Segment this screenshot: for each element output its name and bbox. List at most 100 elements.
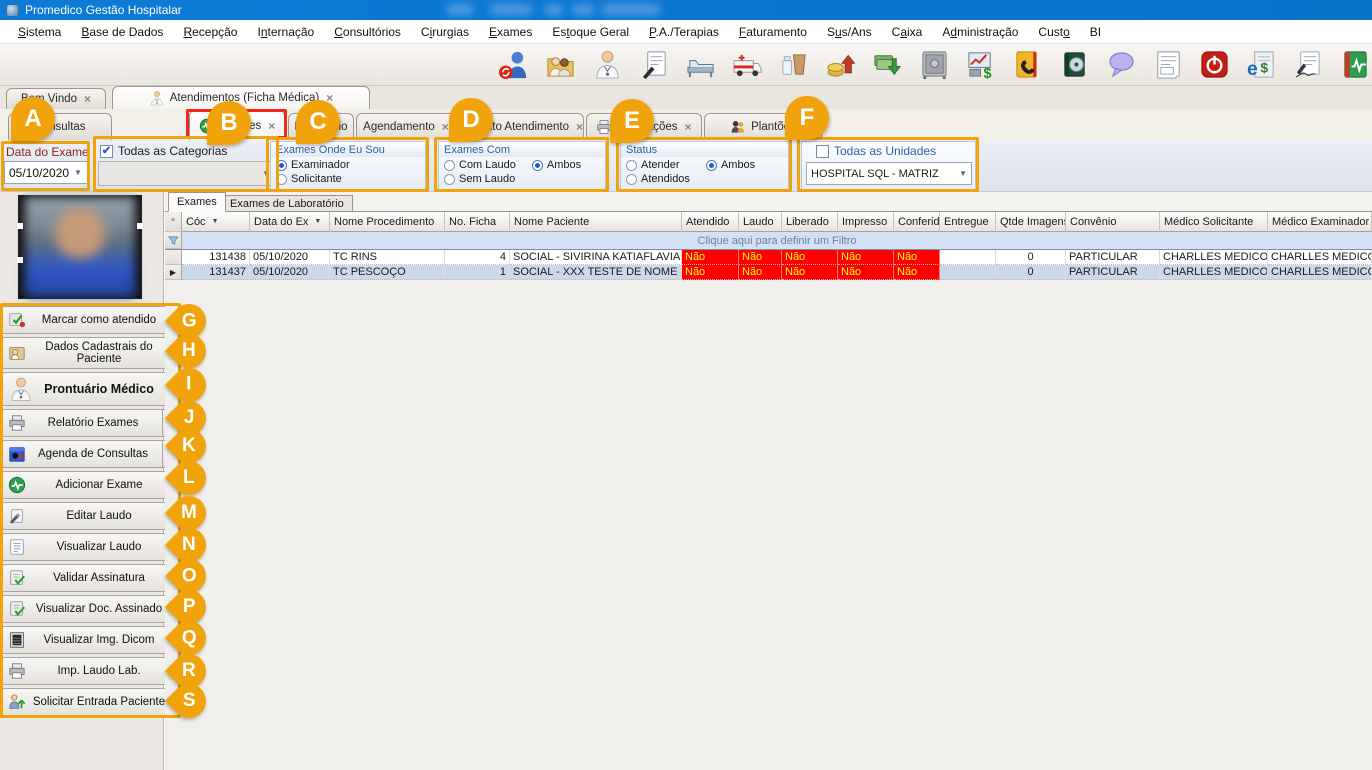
marker-letter: H — [182, 340, 196, 362]
table-row[interactable]: 13143805/10/2020TC RINS4SOCIAL - SIVIRIN… — [165, 250, 1372, 265]
column-header-no-ficha[interactable]: No. Ficha — [445, 212, 510, 232]
contract-button[interactable] — [637, 48, 671, 82]
column-header-label: Conferido — [898, 216, 940, 228]
grid-tab-exames[interactable]: Exames — [168, 192, 226, 212]
menu-item-consultorios[interactable]: Consultórios — [324, 22, 411, 42]
pharmacy-button[interactable] — [777, 48, 811, 82]
ambulance-button[interactable] — [731, 48, 765, 82]
menu-item-bi[interactable]: BI — [1080, 22, 1111, 42]
menu-item-custo[interactable]: Custo — [1028, 22, 1079, 42]
column-header-laudo[interactable]: Laudo — [739, 212, 782, 232]
column-header-atendido[interactable]: Atendido — [682, 212, 739, 232]
safe-button[interactable] — [918, 48, 952, 82]
menu-item-administracao[interactable]: Administração — [932, 22, 1028, 42]
menu-item-caixa[interactable]: Caixa — [882, 22, 933, 42]
chat-icon — [1106, 49, 1137, 80]
menu-item-p-a-terapias[interactable]: P.A./Terapias — [639, 22, 729, 42]
svg-text:$: $ — [1261, 60, 1269, 75]
ecg-book-button[interactable] — [1338, 48, 1372, 82]
grid-tab-exames-de-laboratorio[interactable]: Exames de Laboratório — [221, 195, 353, 212]
finance-chart-button[interactable]: $ — [964, 48, 998, 82]
cell-liberado: Não — [782, 250, 838, 265]
cell-entregue — [940, 265, 996, 280]
marker-letter: D — [462, 106, 479, 134]
column-header-data-do-ex[interactable]: Data do Ex ▼ — [250, 212, 330, 232]
sync-patient-button[interactable] — [497, 48, 531, 82]
power-icon — [1199, 49, 1230, 80]
menu-item-recepcao[interactable]: Recepção — [173, 22, 247, 42]
marker-letter: E — [624, 107, 640, 135]
column-header-label: Convênio — [1070, 216, 1116, 228]
menu-item-estoque-geral[interactable]: Estoque Geral — [542, 22, 639, 42]
filter-row-hint[interactable]: Clique aqui para definir um Filtro — [182, 232, 1372, 249]
menu-item-faturamento[interactable]: Faturamento — [729, 22, 817, 42]
tab-close-icon[interactable]: × — [84, 92, 91, 106]
table-row[interactable]: ▶13143705/10/2020TC PESCOÇO1SOCIAL - XXX… — [165, 265, 1372, 280]
marker-letter: N — [182, 534, 196, 556]
menu-item-cirurgias[interactable]: Cirurgias — [411, 22, 479, 42]
invoice-icon — [1153, 49, 1184, 80]
menu-item-base-de-dados[interactable]: Base de Dados — [71, 22, 173, 42]
invoice-button[interactable] — [1151, 48, 1185, 82]
money-up-button[interactable] — [824, 48, 858, 82]
tab-agendamento[interactable]: Agendamento× — [356, 113, 456, 140]
chat-button[interactable] — [1105, 48, 1139, 82]
marker-letter: L — [183, 467, 195, 489]
people-icon — [730, 119, 746, 135]
phone-book-icon — [1012, 49, 1043, 80]
cell-entregue — [940, 250, 996, 265]
column-header-impresso[interactable]: Impresso — [838, 212, 894, 232]
tab-close-icon[interactable]: × — [576, 120, 583, 134]
grid-body: 13143805/10/2020TC RINS4SOCIAL - SIVIRIN… — [165, 250, 1372, 280]
cell-laudo: Não — [739, 265, 782, 280]
doctor-button[interactable] — [590, 48, 624, 82]
tab-close-icon[interactable]: × — [685, 120, 692, 134]
column-header-medico-examinador[interactable]: Médico Examinador — [1268, 212, 1372, 232]
column-header-nome-paciente[interactable]: Nome Paciente — [510, 212, 682, 232]
patients-folder-button[interactable] — [544, 48, 578, 82]
e-invoice-button[interactable]: $e — [1245, 48, 1279, 82]
column-header-medico-solicitante[interactable]: Médico Solicitante — [1160, 212, 1268, 232]
menu-item-internacao[interactable]: Internação — [247, 22, 324, 42]
phone-book-button[interactable] — [1011, 48, 1045, 82]
book-cd-button[interactable] — [1058, 48, 1092, 82]
column-header-convenio[interactable]: Convênio — [1066, 212, 1160, 232]
power-button[interactable] — [1198, 48, 1232, 82]
column-header-liberado[interactable]: Liberado — [782, 212, 838, 232]
marker-letter: B — [220, 109, 237, 137]
grid-tab-strip: ExamesExames de Laboratório — [165, 192, 1372, 212]
money-down-button[interactable] — [871, 48, 905, 82]
column-header-label: Nome Paciente — [514, 216, 589, 228]
menu-item-exames[interactable]: Exames — [479, 22, 542, 42]
menu-item-sistema[interactable]: Sistema — [8, 22, 71, 42]
cell-medico-examinador: CHARLLES MEDICO — [1268, 250, 1372, 265]
cell-nome-procedimento: TC RINS — [330, 250, 445, 265]
column-header-conferido[interactable]: Conferido — [894, 212, 940, 232]
cell-laudo: Não — [739, 250, 782, 265]
sort-arrow-icon[interactable]: ▼ — [212, 218, 219, 225]
menu-item-sus-ans[interactable]: Sus/Ans — [817, 22, 882, 42]
highlight-box-units — [797, 137, 979, 192]
marker-letter: S — [183, 690, 196, 712]
cell-atendido: Não — [682, 265, 739, 280]
column-header-qtde-imagens[interactable]: Qtde Imagens — [996, 212, 1066, 232]
sort-arrow-icon[interactable]: ▼ — [314, 218, 321, 225]
cell-atendido: Não — [682, 250, 739, 265]
hospital-bed-button[interactable] — [684, 48, 718, 82]
window-title: Promedico Gestão Hospitalar — [25, 3, 182, 17]
column-header-nome-procedimento[interactable]: Nome Procedimento — [330, 212, 445, 232]
column-header-entregue[interactable]: Entregue — [940, 212, 996, 232]
filter-row-gutter — [165, 232, 182, 249]
tab-close-icon[interactable]: × — [442, 120, 449, 134]
ecg-book-icon — [1340, 49, 1371, 80]
grid-filter-row[interactable]: Clique aqui para definir um Filtro — [165, 232, 1372, 250]
column-header-coc[interactable]: Cóc▼ — [182, 212, 250, 232]
cell-medico-solicitante: CHARLLES MEDICO — [1160, 265, 1268, 280]
funnel-icon — [168, 235, 179, 246]
marker-A: A — [11, 97, 55, 141]
column-header-label: Data do Ex — [254, 216, 308, 228]
grid-header-gutter: * — [165, 212, 182, 232]
sign-document-button[interactable] — [1291, 48, 1325, 82]
cell-data-do-ex: 05/10/2020 — [250, 250, 330, 265]
column-header-label: Impresso — [842, 216, 887, 228]
